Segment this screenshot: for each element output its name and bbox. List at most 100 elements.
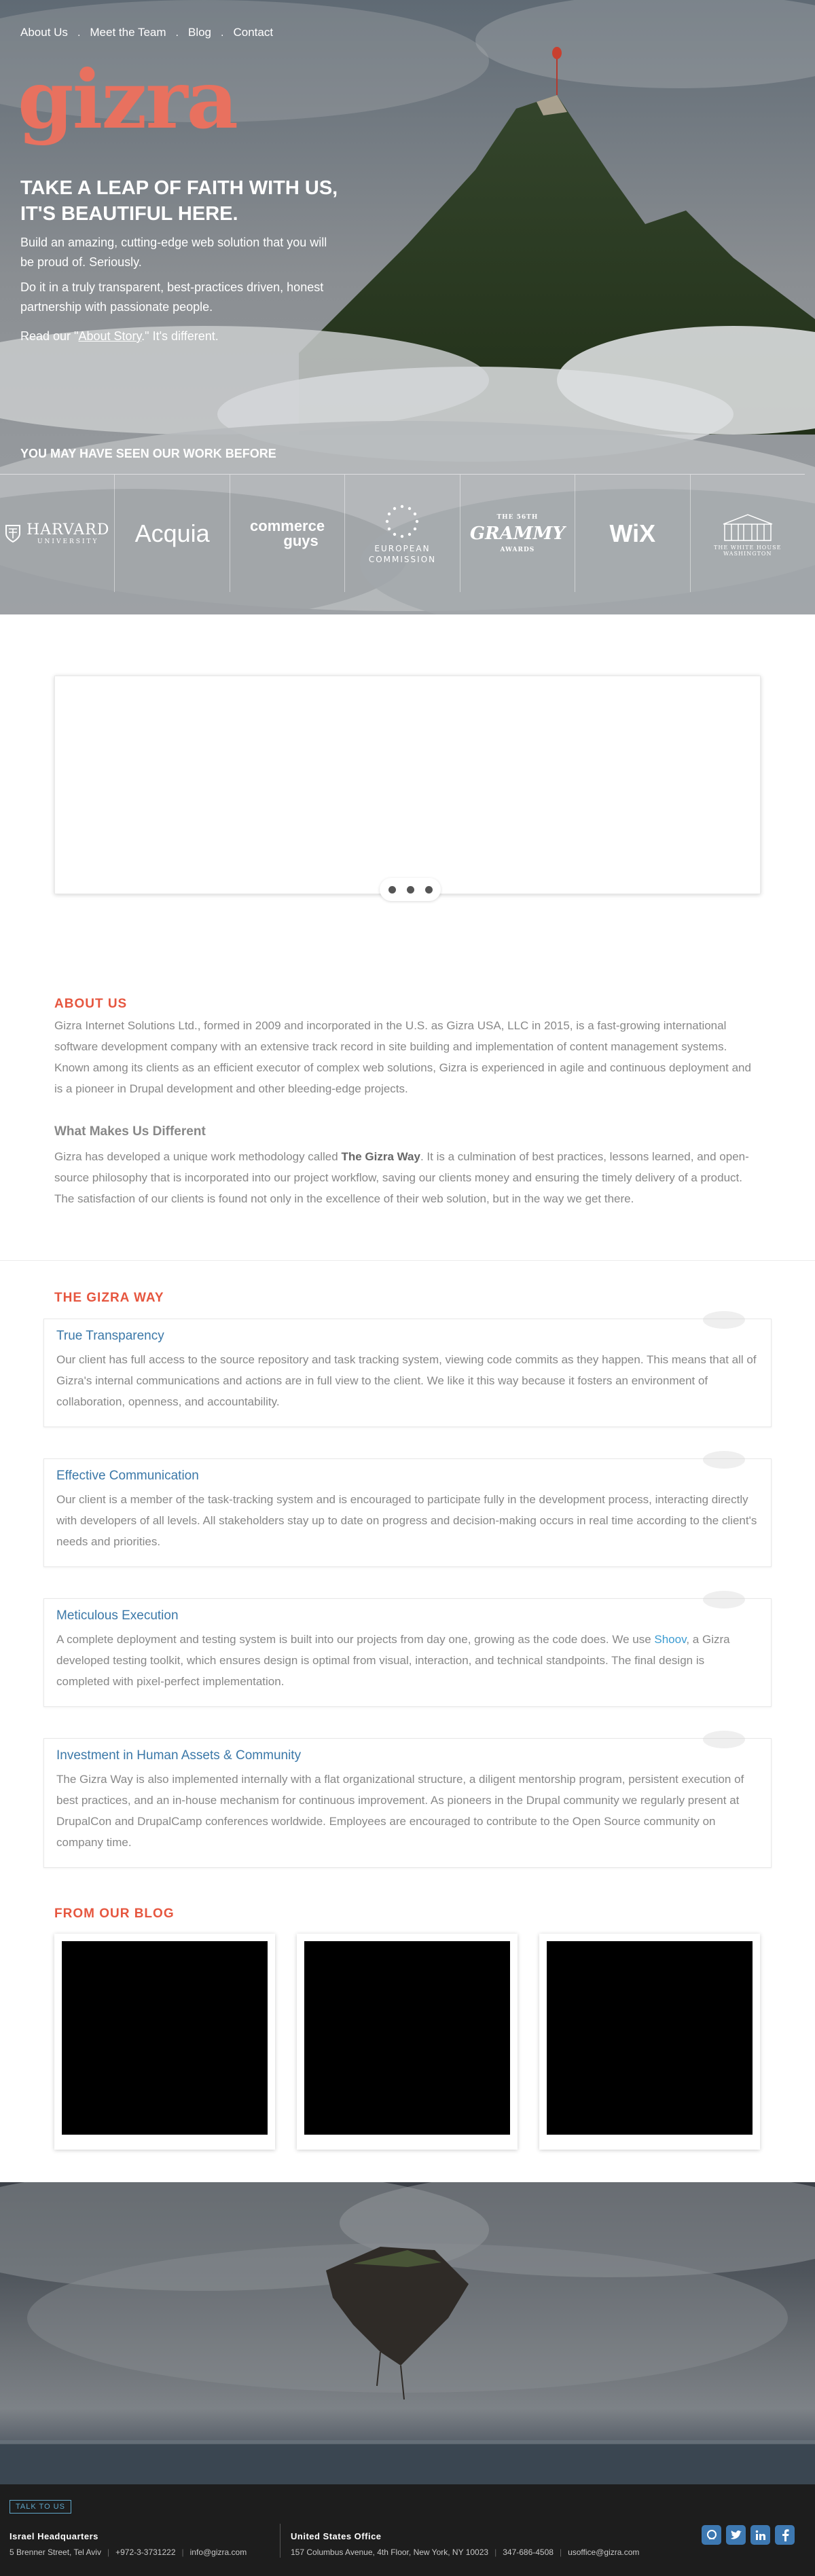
- white-house-sub: WASHINGTON: [723, 550, 772, 557]
- way-card-meticulous-execution: Meticulous Execution A complete deployme…: [43, 1591, 772, 1707]
- slider-dot[interactable]: [406, 885, 414, 894]
- gizra-way-title: THE GIZRA WAY: [54, 1291, 164, 1305]
- harvard-shield-icon: [5, 524, 21, 542]
- tagline-line-1: TAKE A LEAP OF FAITH WITH US,: [20, 177, 338, 199]
- nav-separator: .: [175, 28, 179, 39]
- slider-dot[interactable]: [388, 885, 396, 894]
- ec-line-1: EUROPEAN: [374, 543, 431, 553]
- way-card-effective-communication: Effective Communication Our client is a …: [43, 1451, 772, 1567]
- israel-phone[interactable]: +972-3-3731222: [101, 2547, 175, 2557]
- about-story-suffix: ." It's different.: [141, 329, 219, 343]
- blog-card-image[interactable]: [547, 1941, 753, 2135]
- blog-title: FROM OUR BLOG: [54, 1907, 175, 1921]
- blog-card[interactable]: [297, 1934, 518, 2150]
- tagline-line-2: IT'S BEAUTIFUL HERE.: [20, 203, 238, 225]
- card-corner-decoration: [703, 1311, 745, 1329]
- acquia-logo: Acquia: [115, 475, 230, 592]
- execution-text-prefix: A complete deployment and testing system…: [56, 1633, 655, 1646]
- wix-name: WiX: [609, 519, 656, 547]
- shoov-link[interactable]: Shoov: [654, 1633, 686, 1646]
- blog-card[interactable]: [539, 1934, 760, 2150]
- israel-address: 5 Brenner Street, Tel Aviv: [10, 2547, 101, 2557]
- nav-contact[interactable]: Contact: [233, 26, 273, 39]
- commerce-word: commerce: [250, 517, 325, 534]
- way-card-title: Effective Communication: [56, 1469, 199, 1483]
- guys-word: guys: [283, 532, 319, 549]
- about-story-link[interactable]: About Story: [78, 329, 141, 343]
- grammy-name: GRAMMY: [469, 523, 565, 544]
- nav-separator: .: [77, 28, 81, 39]
- way-card-text: Our client is a member of the task-track…: [56, 1493, 757, 1548]
- way-card-title: True Transparency: [56, 1329, 164, 1343]
- facebook-icon[interactable]: [775, 2525, 795, 2545]
- blog-card[interactable]: [54, 1934, 275, 2150]
- way-card-true-transparency: True Transparency Our client has full ac…: [43, 1311, 772, 1427]
- nav-blog[interactable]: Blog: [188, 26, 211, 39]
- testimonial-slider: [54, 676, 761, 901]
- hero-paragraph-2: Do it in a truly transparent, best-pract…: [20, 280, 324, 314]
- way-card-human-assets: Investment in Human Assets & Community T…: [43, 1731, 772, 1868]
- eu-stars-icon: [386, 504, 419, 538]
- hero-paragraph-1: Build an amazing, cutting-edge web solut…: [20, 236, 327, 269]
- twitter-icon[interactable]: [726, 2525, 746, 2545]
- way-card-title: Meticulous Execution: [56, 1608, 179, 1623]
- harvard-sub: UNIVERSITY: [37, 538, 99, 545]
- what-makes-us-different-title: What Makes Us Different: [54, 1124, 206, 1139]
- israel-hq-details: 5 Brenner Street, Tel Aviv +972-3-373122…: [10, 2547, 247, 2557]
- commerce-guys-logo: commerce guys: [230, 475, 346, 592]
- ec-line-2: COMMISSION: [368, 554, 437, 564]
- blog-card-image[interactable]: [304, 1941, 510, 2135]
- us-email[interactable]: usoffice@gizra.com: [554, 2547, 639, 2557]
- white-house-logo: THE WHITE HOUSE WASHINGTON: [691, 475, 805, 592]
- about-us-title: ABOUT US: [54, 997, 128, 1011]
- card-corner-decoration: [703, 1591, 745, 1608]
- way-card-title: Investment in Human Assets & Community: [56, 1748, 302, 1763]
- hero-paragraph-3: Read our "About Story." It's different.: [20, 327, 340, 346]
- section-divider: [0, 1260, 815, 1261]
- wix-logo: WiX: [575, 475, 691, 592]
- gizra-way-prefix: Gizra has developed a unique work method…: [54, 1150, 342, 1163]
- slider-dot[interactable]: [424, 885, 433, 894]
- floating-rock-image: [0, 2182, 815, 2484]
- main-nav: About Us . Meet the Team . Blog . Contac…: [20, 26, 273, 39]
- about-us-paragraph: Gizra Internet Solutions Ltd., formed in…: [54, 1019, 751, 1095]
- site-footer: TALK TO US Israel Headquarters 5 Brenner…: [0, 2484, 815, 2576]
- card-corner-decoration: [703, 1731, 745, 1748]
- us-office-details: 157 Columbus Avenue, 4th Floor, New York…: [291, 2547, 639, 2557]
- white-house-icon: [723, 513, 773, 541]
- card-corner-decoration: [703, 1451, 745, 1469]
- client-logos-row: HARVARD UNIVERSITY Acquia commerce guys EU…: [0, 474, 805, 592]
- israel-hq-title: Israel Headquarters: [10, 2531, 98, 2541]
- way-card-text: A complete deployment and testing system…: [56, 1629, 759, 1692]
- clients-title: YOU MAY HAVE SEEN OUR WORK BEFORE: [20, 447, 276, 460]
- floating-rock-illustration: [0, 2182, 815, 2484]
- talk-to-us-button[interactable]: TALK TO US: [10, 2500, 71, 2514]
- social-links: [702, 2525, 795, 2545]
- us-phone[interactable]: 347-686-4508: [488, 2547, 554, 2557]
- what-makes-us-different-paragraph: Gizra has developed a unique work method…: [54, 1146, 761, 1209]
- gizra-way-bold: The Gizra Way: [341, 1150, 420, 1163]
- us-address: 157 Columbus Avenue, 4th Floor, New York…: [291, 2547, 489, 2557]
- grammy-sub: AWARDS: [500, 546, 535, 553]
- israel-email[interactable]: info@gizra.com: [176, 2547, 247, 2557]
- way-card-text: The Gizra Way is also implemented intern…: [56, 1773, 744, 1849]
- harvard-name: HARVARD: [26, 521, 110, 538]
- linkedin-icon[interactable]: [750, 2525, 770, 2545]
- grammy-logo: THE 56TH GRAMMY AWARDS: [460, 475, 576, 592]
- gizra-logo[interactable]: gizra: [18, 60, 238, 140]
- nav-separator: .: [221, 28, 224, 39]
- european-commission-logo: EUROPEAN COMMISSION: [345, 475, 460, 592]
- nav-meet-the-team[interactable]: Meet the Team: [90, 26, 166, 39]
- about-story-prefix: Read our ": [20, 329, 79, 343]
- nav-about-us[interactable]: About Us: [20, 26, 68, 39]
- github-icon[interactable]: [702, 2525, 721, 2545]
- harvard-logo: HARVARD UNIVERSITY: [0, 475, 115, 592]
- us-office-title: United States Office: [291, 2531, 382, 2541]
- acquia-name: Acquia: [134, 519, 210, 547]
- slider-pager: [380, 878, 441, 901]
- way-card-text: Our client has full access to the source…: [56, 1353, 757, 1408]
- blog-card-image[interactable]: [62, 1941, 268, 2135]
- hero-tagline: TAKE A LEAP OF FAITH WITH US, IT'S BEAUT…: [20, 175, 401, 227]
- hero-section: About Us . Meet the Team . Blog . Contac…: [0, 0, 815, 614]
- white-house-name: THE WHITE HOUSE: [714, 544, 782, 551]
